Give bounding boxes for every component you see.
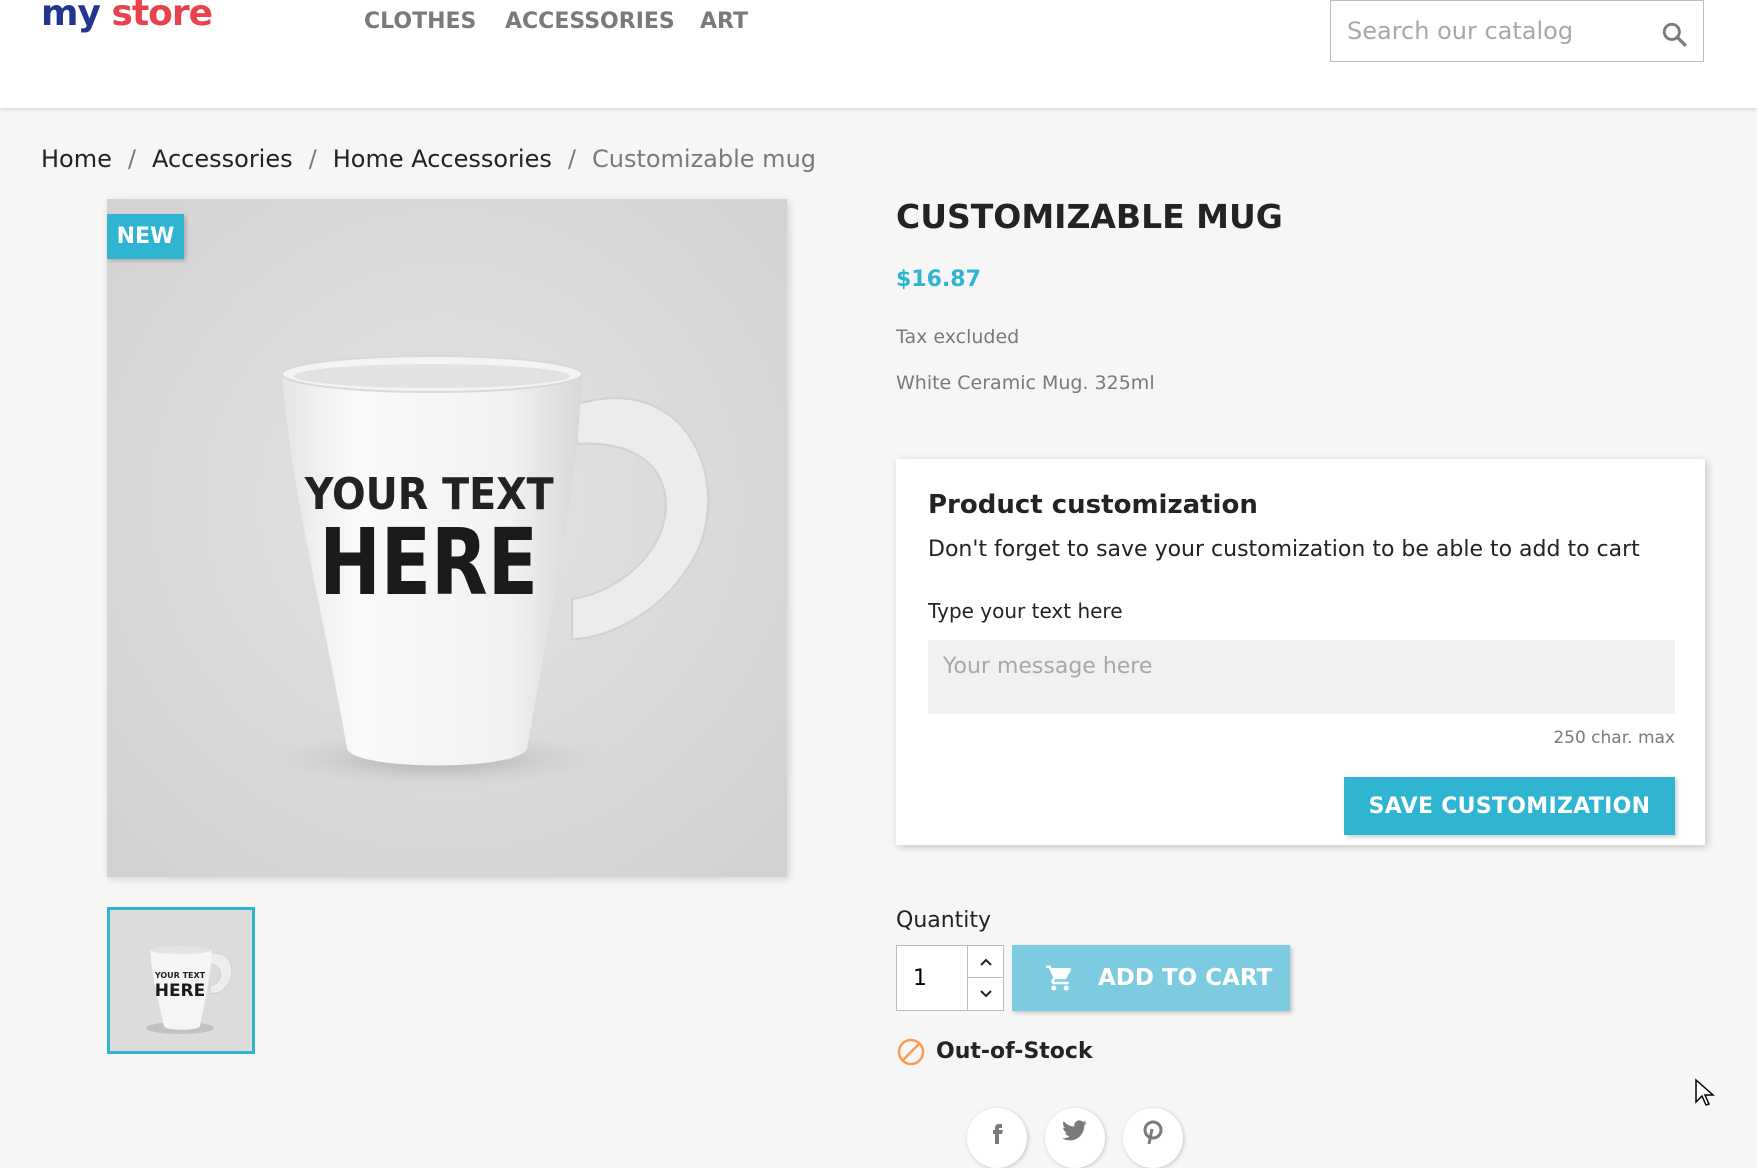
search-icon[interactable] <box>1661 21 1687 47</box>
breadcrumb-home-accessories[interactable]: Home Accessories <box>333 144 552 174</box>
thumb-text-line1: YOUR TEXT <box>154 971 206 980</box>
share-pinterest-button[interactable] <box>1123 1108 1183 1168</box>
store-logo[interactable]: my store <box>41 0 214 34</box>
breadcrumb-current: Customizable mug <box>591 145 817 173</box>
save-customization-button[interactable]: SAVE CUSTOMIZATION <box>1344 777 1675 835</box>
breadcrumb-accessories[interactable]: Accessories <box>152 144 293 174</box>
quantity-label: Quantity <box>896 908 992 933</box>
quantity-input[interactable] <box>897 946 967 1010</box>
customization-note: Don't forget to save your customization … <box>928 537 1640 562</box>
product-title: CUSTOMIZABLE MUG <box>896 197 1283 236</box>
breadcrumb: Home / Accessories / Home Accessories / Custom… <box>41 144 817 174</box>
mouse-cursor-icon <box>1695 1078 1715 1106</box>
cart-icon <box>1046 965 1072 991</box>
mug-text-line2: HERE <box>319 509 538 616</box>
share-facebook-button[interactable] <box>967 1108 1027 1168</box>
twitter-icon <box>1062 1120 1087 1141</box>
customization-field-label: Type your text here <box>928 599 1123 623</box>
chevron-down-icon <box>979 990 992 998</box>
customization-textarea[interactable] <box>928 640 1675 714</box>
mug-image: YOUR TEXT HERE <box>107 199 787 877</box>
customization-heading: Product customization <box>928 490 1258 520</box>
quantity-decrease-button[interactable] <box>967 978 1003 1010</box>
product-thumbnail[interactable]: YOUR TEXT HERE <box>107 907 255 1054</box>
pinterest-icon <box>1143 1120 1163 1144</box>
product-price: $16.87 <box>896 267 981 292</box>
search-input[interactable] <box>1331 1 1641 61</box>
nav-item-accessories[interactable]: ACCESSORIES <box>505 8 675 36</box>
new-badge: NEW <box>107 214 184 259</box>
logo-my: my <box>41 0 101 34</box>
thumb-text-line2: HERE <box>155 981 206 1001</box>
nav-item-art[interactable]: ART <box>700 8 748 36</box>
add-to-cart-button[interactable]: ADD TO CART <box>1012 945 1290 1011</box>
out-of-stock-icon <box>897 1038 925 1066</box>
mug-thumbnail-image: YOUR TEXT HERE <box>110 910 252 1051</box>
breadcrumb-home[interactable]: Home <box>41 144 112 174</box>
char-limit: 250 char. max <box>1553 728 1675 748</box>
chevron-up-icon <box>979 958 992 966</box>
tax-label: Tax excluded <box>896 326 1020 348</box>
customization-panel: Product customization Don't forget to sa… <box>896 459 1705 845</box>
nav-item-clothes[interactable]: CLOTHES <box>364 8 476 36</box>
share-twitter-button[interactable] <box>1045 1108 1105 1168</box>
quantity-stepper <box>896 945 1004 1011</box>
stock-status-label: Out-of-Stock <box>936 1039 1093 1064</box>
product-cover-image[interactable]: YOUR TEXT HERE <box>107 199 787 877</box>
add-to-cart-label: ADD TO CART <box>1098 965 1273 991</box>
facebook-icon <box>993 1124 1003 1144</box>
site-header: my store CLOTHES ACCESSORIES ART <box>0 0 1757 108</box>
product-description: White Ceramic Mug. 325ml <box>896 372 1155 394</box>
stock-status: Out-of-Stock <box>896 1037 1093 1067</box>
search-box <box>1330 0 1704 62</box>
logo-store: store <box>111 0 214 34</box>
quantity-increase-button[interactable] <box>967 946 1003 978</box>
